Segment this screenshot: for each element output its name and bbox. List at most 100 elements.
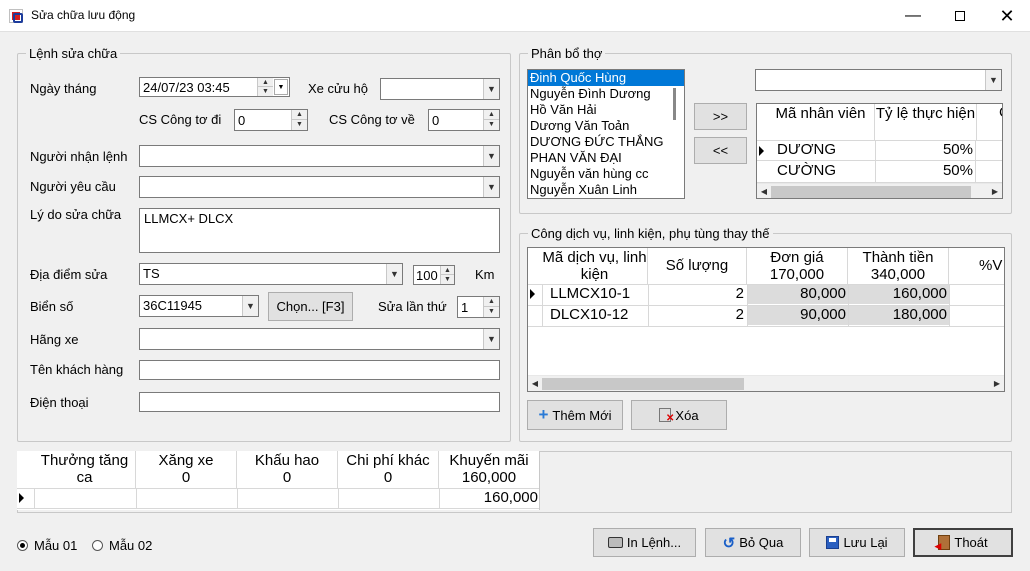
sua-lan-thu-spinner[interactable]: ▲ ▼	[483, 297, 499, 317]
worker-list-scrollbar[interactable]	[672, 70, 678, 198]
worker-list-item[interactable]: PHAN VĂN ĐẠI	[528, 150, 684, 166]
grid-cell[interactable]: DƯƠNG	[777, 141, 836, 158]
nguoi-yeu-cau-combo[interactable]: ▼	[139, 176, 500, 198]
cs-cong-to-di-input[interactable]: 0 ▲ ▼	[234, 109, 308, 131]
worker-list-item[interactable]: Dương Văn Toản	[528, 118, 684, 134]
service-grid[interactable]: Mã dịch vụ, linh kiện Số lượng Đơn giá 1…	[527, 247, 1005, 392]
scroll-right-icon[interactable]: ▶	[988, 184, 1002, 198]
cs-cong-to-di-value: 0	[238, 113, 246, 128]
grid-cell[interactable]: 160,000	[848, 285, 949, 304]
ngay-thang-dropdown-icon[interactable]: ▼	[274, 79, 288, 95]
mau02-radio[interactable]	[92, 540, 103, 551]
scroll-right-icon[interactable]: ▶	[990, 376, 1004, 391]
nguoi-nhan-lenh-combo[interactable]: ▼	[139, 145, 500, 167]
worker-listbox[interactable]: Đinh Quốc Hùng Nguyễn Đình Dương Hồ Văn …	[527, 69, 685, 199]
column-total: 340,000	[848, 266, 949, 284]
scroll-left-icon[interactable]: ◀	[757, 184, 771, 198]
them-moi-button[interactable]: + Thêm Mới	[527, 400, 623, 430]
window-title: Sửa chữa lưu động	[31, 8, 136, 22]
xe-cuu-ho-combo[interactable]: ▼	[380, 78, 500, 100]
column-header[interactable]: Chi phí khác	[338, 451, 439, 469]
sua-lan-thu-input[interactable]: 1 ▲ ▼	[457, 296, 500, 318]
dien-thoai-input[interactable]	[139, 392, 500, 412]
chevron-down-icon[interactable]: ▼	[483, 79, 499, 99]
column-header[interactable]: Đơn giá	[747, 248, 848, 266]
grid-cell[interactable]: 80,000	[747, 285, 848, 304]
worker-filter-combo[interactable]: ▼	[755, 69, 1002, 91]
column-header[interactable]: Thành tiền	[848, 248, 949, 266]
chevron-down-icon[interactable]: ▼	[483, 177, 499, 197]
cs-cong-to-ve-spinner[interactable]: ▲ ▼	[483, 110, 499, 130]
bien-so-value: 36C11945	[143, 298, 203, 313]
in-lenh-button[interactable]: In Lệnh...	[593, 528, 696, 557]
chevron-down-icon[interactable]: ▼	[483, 329, 499, 349]
bo-qua-button[interactable]: ↺ Bỏ Qua	[705, 528, 801, 557]
current-row-indicator	[530, 289, 535, 299]
chevron-down-icon[interactable]: ▼	[483, 146, 499, 166]
delete-icon: ✕	[659, 408, 674, 424]
mau02-label[interactable]: Mẫu 02	[109, 538, 152, 553]
km-input[interactable]: 100 ▲ ▼	[413, 265, 455, 285]
column-header[interactable]: Số lượng	[648, 248, 747, 284]
ngay-thang-picker[interactable]: 24/07/23 03:45 ▲ ▼ ▼	[139, 77, 290, 97]
grid-cell[interactable]: 2	[648, 306, 744, 323]
minimize-button[interactable]: —	[890, 0, 936, 32]
add-worker-button[interactable]: >>	[694, 103, 747, 130]
luu-lai-button[interactable]: Lưu Lại	[809, 528, 905, 557]
grid-cell[interactable]: 90,000	[747, 306, 848, 325]
ly-do-textarea[interactable]: LLMCX+ DLCX	[139, 208, 500, 253]
thoat-button[interactable]: ◀ Thoát	[913, 528, 1013, 557]
worker-list-item[interactable]: Hồ Văn Hải	[528, 102, 684, 118]
close-button[interactable]: ✕	[984, 0, 1030, 32]
ngay-thang-spinner[interactable]: ▲ ▼	[257, 78, 273, 96]
xoa-button[interactable]: ✕ Xóa	[631, 400, 727, 430]
grid-cell[interactable]: LLMCX10-1	[550, 285, 630, 302]
printer-icon	[607, 537, 623, 548]
column-header[interactable]: Khấu hao	[237, 451, 338, 469]
service-grid-hscrollbar[interactable]: ◀ ▶	[528, 375, 1004, 391]
chevron-down-icon[interactable]: ▼	[242, 296, 258, 316]
ten-khach-hang-input[interactable]	[139, 360, 500, 380]
cs-cong-to-di-spinner[interactable]: ▲ ▼	[291, 110, 307, 130]
chevron-down-icon[interactable]: ▼	[985, 70, 1001, 90]
ngay-thang-label: Ngày tháng	[30, 81, 97, 96]
worker-list-item[interactable]: Nguyễn Đình Dương	[528, 86, 684, 102]
nguoi-yeu-cau-label: Người yêu cầu	[30, 179, 116, 194]
column-header[interactable]: Tỷ lệ thực hiện	[875, 104, 977, 140]
column-header[interactable]: Mã dịch vụ, linh kiện	[542, 248, 648, 284]
maximize-button[interactable]	[937, 0, 983, 32]
column-header[interactable]: C	[977, 104, 1002, 140]
bien-so-combo[interactable]: 36C11945 ▼	[139, 295, 259, 317]
dia-diem-combo[interactable]: TS ▼	[139, 263, 403, 285]
column-header[interactable]: %V	[949, 248, 1004, 284]
grid-cell[interactable]: DLCX10-12	[550, 306, 628, 323]
cs-cong-to-ve-input[interactable]: 0 ▲ ▼	[428, 109, 500, 131]
worker-list-item[interactable]: Nguyễn Xuân Linh	[528, 182, 684, 198]
worker-list-item[interactable]: DƯƠNG ĐỨC THẮNG	[528, 134, 684, 150]
chevron-down-icon[interactable]: ▼	[386, 264, 402, 284]
grid-cell[interactable]: 50%	[875, 162, 973, 179]
mau01-radio[interactable]	[17, 540, 28, 551]
dia-diem-label: Địa điểm sửa	[30, 267, 108, 282]
chon-button[interactable]: Chọn... [F3]	[268, 292, 353, 321]
grid-cell[interactable]: 50%	[875, 141, 973, 158]
xe-cuu-ho-label: Xe cửu hộ	[308, 81, 369, 96]
km-spinner[interactable]: ▲ ▼	[440, 266, 454, 284]
column-header[interactable]: Mã nhân viên	[767, 104, 875, 140]
worker-grid-hscrollbar[interactable]: ◀ ▶	[757, 183, 1002, 198]
scroll-left-icon[interactable]: ◀	[528, 376, 542, 391]
remove-worker-button[interactable]: <<	[694, 137, 747, 164]
worker-list-item[interactable]: Nguyễn văn hùng cc	[528, 166, 684, 182]
worker-list-item[interactable]: Đinh Quốc Hùng	[528, 70, 684, 86]
grid-cell[interactable]: 180,000	[848, 306, 949, 325]
worker-allocation-grid[interactable]: Mã nhân viên Tỷ lệ thực hiện C DƯƠNG 50%…	[756, 103, 1003, 199]
column-header[interactable]: Khuyến mãi	[439, 451, 539, 469]
column-header[interactable]: Thưởng tăng ca	[34, 451, 136, 488]
hang-xe-combo[interactable]: ▼	[139, 328, 500, 350]
grid-cell[interactable]: 2	[648, 285, 744, 302]
column-header[interactable]: Xăng xe	[136, 451, 237, 469]
grid-cell[interactable]: CƯỜNG	[777, 162, 836, 179]
mau01-label[interactable]: Mẫu 01	[34, 538, 77, 553]
summary-grid[interactable]: Thưởng tăng ca Xăng xe 0 Khấu hao 0 Chi …	[17, 451, 540, 510]
grid-cell[interactable]: 160,000	[439, 489, 538, 506]
